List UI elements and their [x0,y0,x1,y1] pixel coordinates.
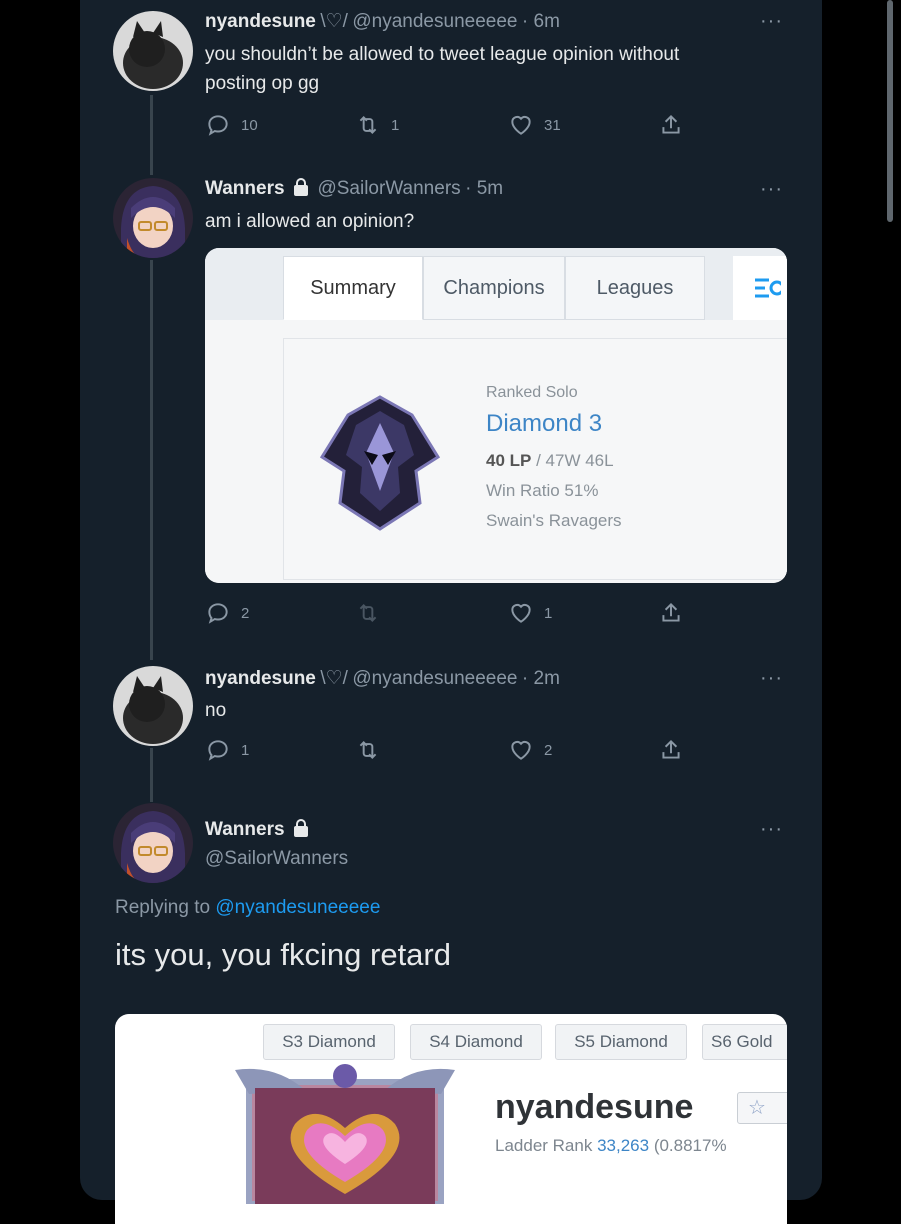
favorite-button[interactable]: ☆ [737,1092,787,1124]
tab-champions[interactable]: Champions [423,256,565,320]
summoner-name: nyandesune [495,1088,694,1126]
more-options-button[interactable]: ··· [760,10,783,33]
queue-label: Ranked Solo [486,384,578,401]
avatar[interactable] [113,803,193,883]
share-button[interactable] [658,600,694,626]
replying-to-label: Replying to [115,897,211,918]
season-badge: S3 Diamond [263,1024,395,1060]
thread-line [150,95,153,175]
retweet-icon [359,116,377,134]
retweet-icon [359,741,377,759]
display-name[interactable]: Wanners [205,178,285,199]
reply-button[interactable]: 1 [205,737,249,763]
more-options-button[interactable]: ··· [760,818,783,841]
avatar[interactable] [113,11,193,91]
more-options-button[interactable]: ··· [760,667,783,690]
display-name[interactable]: Wanners [205,819,285,840]
retweet-button[interactable]: 1 [355,112,399,138]
lock-icon [294,178,308,196]
diamond-emblem-icon [320,395,440,531]
retweet-button[interactable] [355,600,391,626]
ladder-rank-value[interactable]: 33,263 [597,1136,649,1155]
heart-icon [511,603,531,623]
tweet-text-line: you shouldn’t be allowed to tweet league… [205,44,680,65]
reply-icon [208,115,228,136]
like-count: 31 [544,116,561,134]
tweet-text: no [205,700,227,721]
reply-button[interactable]: 10 [205,112,258,138]
share-button[interactable] [658,112,694,138]
win-ratio: Win Ratio 51% [486,481,599,500]
like-button[interactable]: 31 [508,112,561,138]
like-count: 1 [544,604,553,622]
ladder-rank-label: Ladder Rank [495,1136,593,1155]
name-emoji: \♡/ [320,11,348,32]
like-count: 2 [544,741,553,759]
retweet-icon [359,604,377,622]
tweet-text: you shouldn’t be allowed to tweet league… [205,40,679,98]
user-handle[interactable]: @nyandesuneeeee [352,11,517,32]
lock-icon [294,819,308,837]
tweet-header: Wanners @SailorWanners · 5m [205,178,503,200]
list-icon [755,278,781,298]
reply-count: 10 [241,116,258,134]
retweet-button[interactable] [355,737,391,763]
ladder-rank-percent: (0.8817% [653,1136,727,1155]
tweet-text: am i allowed an opinion? [205,211,415,232]
reply-count: 2 [241,604,250,622]
profile-icon [235,1064,455,1204]
main-tweet-text: its you, you fkcing retard [115,937,451,972]
tab-extra[interactable] [733,256,787,320]
share-button[interactable] [658,737,694,763]
retweet-count: 1 [391,116,400,134]
timestamp[interactable]: · 6m [522,11,560,32]
reply-button[interactable]: 2 [205,600,249,626]
rank-card-image[interactable]: Summary Champions Leagues Ranked Solo Di… [205,248,787,583]
avatar[interactable] [113,666,193,746]
league-name: Swain's Ravagers [486,511,622,530]
reply-count: 1 [241,741,250,759]
season-badge: S4 Diamond [410,1024,542,1060]
tweet-text-line: posting op gg [205,73,320,94]
win-loss: / 47W 46L [531,451,614,470]
thread-line [150,748,153,802]
ladder-rank: Ladder Rank 33,263 (0.8817% [495,1136,727,1156]
heart-icon [511,115,531,135]
replying-to-handle[interactable]: @nyandesuneeeee [215,897,380,918]
user-handle[interactable]: @SailorWanners [317,178,460,199]
user-handle[interactable]: @nyandesuneeeee [352,668,517,689]
tab-leagues[interactable]: Leagues [565,256,705,320]
scrollbar[interactable] [887,0,893,222]
share-icon [662,114,680,134]
name-emoji: \♡/ [320,668,348,689]
reply-icon [208,603,228,624]
display-name[interactable]: nyandesune [205,668,316,689]
thread-line [150,260,153,660]
lp-record: 40 LP / 47W 46L [486,451,614,471]
timestamp[interactable]: · 5m [465,178,503,199]
profile-card-image[interactable]: S3 Diamond S4 Diamond S5 Diamond S6 Gold… [115,1014,787,1224]
user-handle[interactable]: @SailorWanners [205,848,348,870]
share-icon [662,602,680,622]
replying-to: Replying to @nyandesuneeeee [115,897,380,919]
tweet-header: nyandesune \♡/ @nyandesuneeeee · 2m [205,667,560,690]
like-button[interactable]: 2 [508,737,552,763]
like-button[interactable]: 1 [508,600,552,626]
tab-summary[interactable]: Summary [283,256,423,320]
star-icon: ☆ [748,1097,766,1119]
rank-tier: Diamond 3 [486,410,603,437]
display-name[interactable]: nyandesune [205,11,316,32]
reply-icon [208,740,228,761]
season-badge: S5 Diamond [555,1024,687,1060]
tweet-header: nyandesune \♡/ @nyandesuneeeee · 6m [205,10,560,33]
share-icon [662,739,680,759]
more-options-button[interactable]: ··· [760,178,783,201]
avatar[interactable] [113,178,193,258]
lp-value: 40 LP [486,451,532,470]
season-badge: S6 Gold [702,1024,787,1060]
main-tweet-author: Wanners [205,819,309,841]
timestamp[interactable]: · 2m [522,668,560,689]
heart-icon [511,740,531,760]
